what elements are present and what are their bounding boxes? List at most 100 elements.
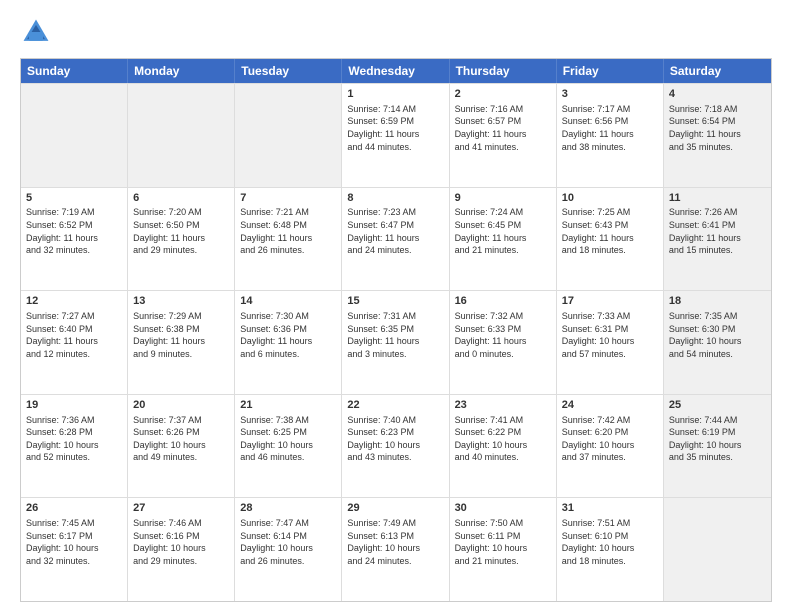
page: SundayMondayTuesdayWednesdayThursdayFrid… [0, 0, 792, 612]
day-number: 25 [669, 398, 766, 413]
day-number: 4 [669, 87, 766, 102]
cal-cell-6: 6Sunrise: 7:20 AM Sunset: 6:50 PM Daylig… [128, 188, 235, 291]
cell-text: Sunrise: 7:16 AM Sunset: 6:57 PM Dayligh… [455, 103, 551, 153]
cal-cell-28: 28Sunrise: 7:47 AM Sunset: 6:14 PM Dayli… [235, 498, 342, 601]
cell-text: Sunrise: 7:26 AM Sunset: 6:41 PM Dayligh… [669, 206, 766, 256]
cell-text: Sunrise: 7:42 AM Sunset: 6:20 PM Dayligh… [562, 414, 658, 464]
cell-text: Sunrise: 7:21 AM Sunset: 6:48 PM Dayligh… [240, 206, 336, 256]
day-number: 1 [347, 87, 443, 102]
cell-text: Sunrise: 7:14 AM Sunset: 6:59 PM Dayligh… [347, 103, 443, 153]
day-number: 20 [133, 398, 229, 413]
cal-cell-22: 22Sunrise: 7:40 AM Sunset: 6:23 PM Dayli… [342, 395, 449, 498]
cal-cell-empty-0-1 [128, 84, 235, 187]
cal-cell-31: 31Sunrise: 7:51 AM Sunset: 6:10 PM Dayli… [557, 498, 664, 601]
cal-row-3: 19Sunrise: 7:36 AM Sunset: 6:28 PM Dayli… [21, 394, 771, 498]
calendar: SundayMondayTuesdayWednesdayThursdayFrid… [20, 58, 772, 602]
cal-cell-10: 10Sunrise: 7:25 AM Sunset: 6:43 PM Dayli… [557, 188, 664, 291]
day-number: 6 [133, 191, 229, 206]
cell-text: Sunrise: 7:35 AM Sunset: 6:30 PM Dayligh… [669, 310, 766, 360]
day-number: 18 [669, 294, 766, 309]
day-number: 24 [562, 398, 658, 413]
day-number: 14 [240, 294, 336, 309]
cal-cell-4: 4Sunrise: 7:18 AM Sunset: 6:54 PM Daylig… [664, 84, 771, 187]
cell-text: Sunrise: 7:47 AM Sunset: 6:14 PM Dayligh… [240, 517, 336, 567]
cal-header-thursday: Thursday [450, 59, 557, 83]
cell-text: Sunrise: 7:50 AM Sunset: 6:11 PM Dayligh… [455, 517, 551, 567]
cal-cell-12: 12Sunrise: 7:27 AM Sunset: 6:40 PM Dayli… [21, 291, 128, 394]
day-number: 10 [562, 191, 658, 206]
cal-cell-13: 13Sunrise: 7:29 AM Sunset: 6:38 PM Dayli… [128, 291, 235, 394]
cal-cell-18: 18Sunrise: 7:35 AM Sunset: 6:30 PM Dayli… [664, 291, 771, 394]
cell-text: Sunrise: 7:45 AM Sunset: 6:17 PM Dayligh… [26, 517, 122, 567]
cell-text: Sunrise: 7:44 AM Sunset: 6:19 PM Dayligh… [669, 414, 766, 464]
cal-cell-23: 23Sunrise: 7:41 AM Sunset: 6:22 PM Dayli… [450, 395, 557, 498]
day-number: 2 [455, 87, 551, 102]
cal-cell-2: 2Sunrise: 7:16 AM Sunset: 6:57 PM Daylig… [450, 84, 557, 187]
day-number: 15 [347, 294, 443, 309]
cell-text: Sunrise: 7:24 AM Sunset: 6:45 PM Dayligh… [455, 206, 551, 256]
cal-cell-25: 25Sunrise: 7:44 AM Sunset: 6:19 PM Dayli… [664, 395, 771, 498]
cell-text: Sunrise: 7:19 AM Sunset: 6:52 PM Dayligh… [26, 206, 122, 256]
cal-row-0: 1Sunrise: 7:14 AM Sunset: 6:59 PM Daylig… [21, 83, 771, 187]
cell-text: Sunrise: 7:51 AM Sunset: 6:10 PM Dayligh… [562, 517, 658, 567]
calendar-body: 1Sunrise: 7:14 AM Sunset: 6:59 PM Daylig… [21, 83, 771, 601]
day-number: 7 [240, 191, 336, 206]
cal-row-1: 5Sunrise: 7:19 AM Sunset: 6:52 PM Daylig… [21, 187, 771, 291]
day-number: 21 [240, 398, 336, 413]
cal-header-tuesday: Tuesday [235, 59, 342, 83]
day-number: 27 [133, 501, 229, 516]
cal-header-monday: Monday [128, 59, 235, 83]
cell-text: Sunrise: 7:49 AM Sunset: 6:13 PM Dayligh… [347, 517, 443, 567]
cell-text: Sunrise: 7:40 AM Sunset: 6:23 PM Dayligh… [347, 414, 443, 464]
day-number: 29 [347, 501, 443, 516]
cal-cell-26: 26Sunrise: 7:45 AM Sunset: 6:17 PM Dayli… [21, 498, 128, 601]
day-number: 23 [455, 398, 551, 413]
calendar-header-row: SundayMondayTuesdayWednesdayThursdayFrid… [21, 59, 771, 83]
day-number: 22 [347, 398, 443, 413]
day-number: 13 [133, 294, 229, 309]
cell-text: Sunrise: 7:41 AM Sunset: 6:22 PM Dayligh… [455, 414, 551, 464]
cal-cell-29: 29Sunrise: 7:49 AM Sunset: 6:13 PM Dayli… [342, 498, 449, 601]
cal-cell-11: 11Sunrise: 7:26 AM Sunset: 6:41 PM Dayli… [664, 188, 771, 291]
cell-text: Sunrise: 7:33 AM Sunset: 6:31 PM Dayligh… [562, 310, 658, 360]
day-number: 12 [26, 294, 122, 309]
day-number: 16 [455, 294, 551, 309]
cell-text: Sunrise: 7:20 AM Sunset: 6:50 PM Dayligh… [133, 206, 229, 256]
cal-cell-5: 5Sunrise: 7:19 AM Sunset: 6:52 PM Daylig… [21, 188, 128, 291]
day-number: 31 [562, 501, 658, 516]
cal-row-4: 26Sunrise: 7:45 AM Sunset: 6:17 PM Dayli… [21, 497, 771, 601]
day-number: 11 [669, 191, 766, 206]
day-number: 8 [347, 191, 443, 206]
header [20, 16, 772, 48]
cal-cell-empty-0-2 [235, 84, 342, 187]
cell-text: Sunrise: 7:30 AM Sunset: 6:36 PM Dayligh… [240, 310, 336, 360]
cell-text: Sunrise: 7:29 AM Sunset: 6:38 PM Dayligh… [133, 310, 229, 360]
day-number: 28 [240, 501, 336, 516]
cal-cell-8: 8Sunrise: 7:23 AM Sunset: 6:47 PM Daylig… [342, 188, 449, 291]
cal-cell-3: 3Sunrise: 7:17 AM Sunset: 6:56 PM Daylig… [557, 84, 664, 187]
cell-text: Sunrise: 7:46 AM Sunset: 6:16 PM Dayligh… [133, 517, 229, 567]
cal-cell-7: 7Sunrise: 7:21 AM Sunset: 6:48 PM Daylig… [235, 188, 342, 291]
cal-cell-1: 1Sunrise: 7:14 AM Sunset: 6:59 PM Daylig… [342, 84, 449, 187]
cal-cell-17: 17Sunrise: 7:33 AM Sunset: 6:31 PM Dayli… [557, 291, 664, 394]
cal-row-2: 12Sunrise: 7:27 AM Sunset: 6:40 PM Dayli… [21, 290, 771, 394]
cell-text: Sunrise: 7:25 AM Sunset: 6:43 PM Dayligh… [562, 206, 658, 256]
cal-cell-empty-4-6 [664, 498, 771, 601]
day-number: 30 [455, 501, 551, 516]
cell-text: Sunrise: 7:38 AM Sunset: 6:25 PM Dayligh… [240, 414, 336, 464]
cell-text: Sunrise: 7:17 AM Sunset: 6:56 PM Dayligh… [562, 103, 658, 153]
cal-cell-16: 16Sunrise: 7:32 AM Sunset: 6:33 PM Dayli… [450, 291, 557, 394]
cal-header-sunday: Sunday [21, 59, 128, 83]
cal-cell-30: 30Sunrise: 7:50 AM Sunset: 6:11 PM Dayli… [450, 498, 557, 601]
day-number: 3 [562, 87, 658, 102]
day-number: 9 [455, 191, 551, 206]
day-number: 26 [26, 501, 122, 516]
cal-cell-19: 19Sunrise: 7:36 AM Sunset: 6:28 PM Dayli… [21, 395, 128, 498]
cal-cell-27: 27Sunrise: 7:46 AM Sunset: 6:16 PM Dayli… [128, 498, 235, 601]
cal-header-saturday: Saturday [664, 59, 771, 83]
cal-cell-15: 15Sunrise: 7:31 AM Sunset: 6:35 PM Dayli… [342, 291, 449, 394]
cal-cell-21: 21Sunrise: 7:38 AM Sunset: 6:25 PM Dayli… [235, 395, 342, 498]
day-number: 17 [562, 294, 658, 309]
cal-header-friday: Friday [557, 59, 664, 83]
cal-cell-empty-0-0 [21, 84, 128, 187]
